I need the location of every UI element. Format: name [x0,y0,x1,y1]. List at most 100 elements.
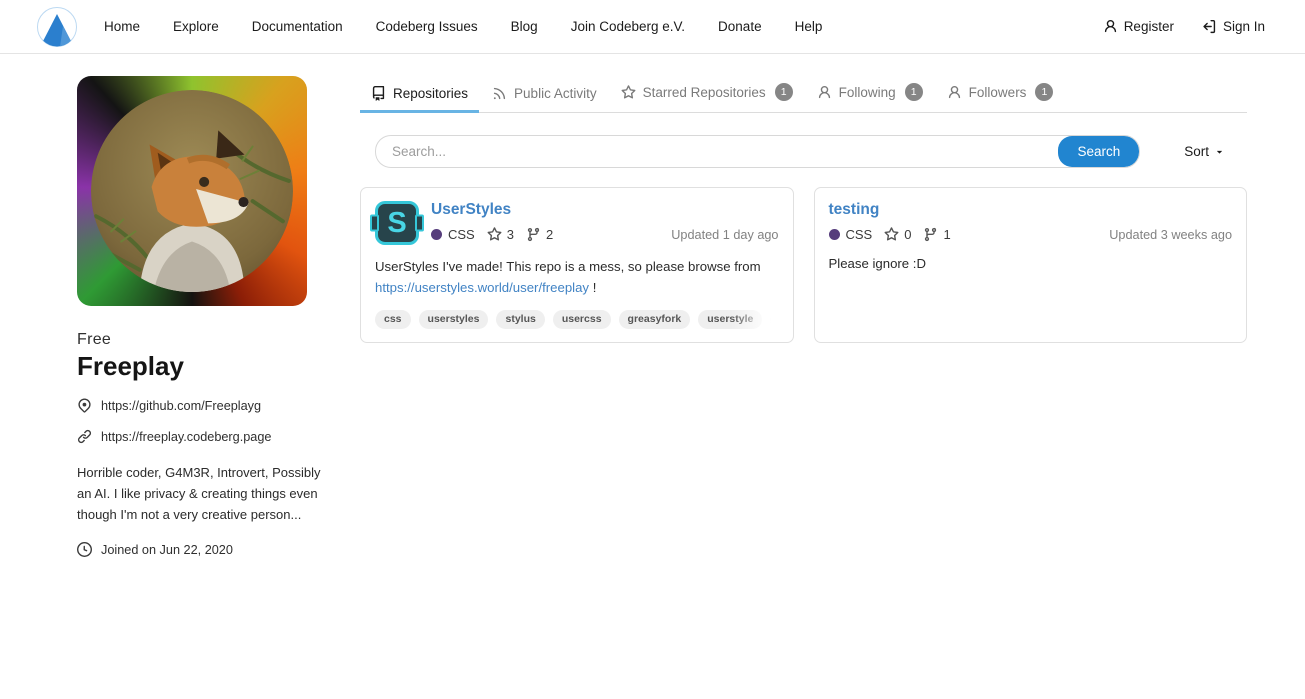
search-button[interactable]: Search [1058,136,1139,167]
repo-avatar-userstyles: S [375,201,419,245]
topic-tag[interactable]: userstyle [698,310,762,329]
repo-head: testing CSS 0 1 Updated 3 weeks ago [829,201,1233,242]
repo-fork-count: 1 [943,227,950,242]
repo-card-userstyles: S UserStyles CSS 3 2 Updated 1 day ago [360,187,794,343]
tab-repositories[interactable]: Repositories [360,79,479,113]
topic-tag[interactable]: greasyfork [619,310,691,329]
repo-description: UserStyles I've made! This repo is a mes… [375,257,779,299]
nav-item-blog[interactable]: Blog [511,19,538,34]
top-navbar: Home Explore Documentation Codeberg Issu… [0,0,1305,54]
git-branch-icon [923,227,938,242]
repo-meta-row: CSS 0 1 Updated 3 weeks ago [829,227,1233,242]
repo-body: testing CSS 0 1 Updated 3 weeks ago [829,201,1233,242]
star-icon [884,227,899,242]
profile-joined-row: Joined on Jun 22, 2020 [77,542,323,557]
location-pin-icon [77,398,92,413]
profile-joined-text: Joined on Jun 22, 2020 [101,543,233,557]
search-input[interactable] [376,136,1058,167]
sign-in-label: Sign In [1223,19,1265,34]
repo-language: CSS [846,227,873,242]
avatar-fox-image [91,90,293,292]
profile-bio: Horrible coder, G4M3R, Introvert, Possib… [77,463,323,525]
profile-location-row: https://github.com/Freeplayg [77,398,323,413]
tab-label: Following [839,85,896,100]
repo-updated: Updated 1 day ago [671,228,778,242]
page-content: Free Freeplay https://github.com/Freepla… [0,54,1305,557]
topic-tag[interactable]: stylus [496,310,544,329]
repo-star-count: 0 [904,227,911,242]
nav-item-explore[interactable]: Explore [173,19,219,34]
repo-updated: Updated 3 weeks ago [1109,228,1232,242]
person-icon [947,85,962,100]
repo-topics: css userstyles stylus usercss greasyfork… [375,310,779,329]
clock-icon [77,542,92,557]
nav-account-area: Register Sign In [1103,19,1265,34]
repo-description-text: Please ignore :D [829,256,927,271]
repo-card-testing: testing CSS 0 1 Updated 3 weeks ago Plea… [814,187,1248,343]
nav-item-help[interactable]: Help [795,19,823,34]
starred-count-badge: 1 [775,83,793,101]
person-icon [1103,19,1118,34]
profile-tabs: Repositories Public Activity Starred Rep… [360,76,1247,113]
link-icon [77,429,92,444]
profile-sidebar: Free Freeplay https://github.com/Freepla… [77,76,323,557]
star-icon [487,227,502,242]
followers-count-badge: 1 [1035,83,1053,101]
register-label: Register [1124,19,1174,34]
tab-label: Starred Repositories [643,85,766,100]
rss-icon [492,86,507,101]
sign-in-link[interactable]: Sign In [1202,19,1265,34]
tab-label: Public Activity [514,86,597,101]
nav-item-donate[interactable]: Donate [718,19,762,34]
nav-item-home[interactable]: Home [104,19,140,34]
codeberg-logo-icon[interactable] [37,7,77,47]
repo-name-link[interactable]: testing [829,201,880,219]
nav-item-documentation[interactable]: Documentation [252,19,343,34]
language-dot-icon [829,229,840,240]
profile-full-name: Free [77,331,323,349]
tab-label: Repositories [393,86,468,101]
repo-icon [371,86,386,101]
register-link[interactable]: Register [1103,19,1174,34]
repo-head: S UserStyles CSS 3 2 Updated 1 day ago [375,201,779,245]
avatar [77,76,307,306]
topic-tag[interactable]: usercss [553,310,611,329]
main-column: Repositories Public Activity Starred Rep… [360,76,1247,557]
tab-public-activity[interactable]: Public Activity [481,79,608,113]
tab-followers[interactable]: Followers 1 [936,76,1065,113]
topic-tag[interactable]: userstyles [419,310,489,329]
profile-website-link[interactable]: https://freeplay.codeberg.page [101,430,271,444]
triangle-down-icon [1214,146,1225,157]
repo-name-link[interactable]: UserStyles [431,201,511,219]
nav-links: Home Explore Documentation Codeberg Issu… [104,19,855,34]
repo-language: CSS [448,227,475,242]
tab-starred-repositories[interactable]: Starred Repositories 1 [610,76,804,113]
profile-location-text: https://github.com/Freeplayg [101,399,261,413]
git-branch-icon [526,227,541,242]
nav-item-codeberg-issues[interactable]: Codeberg Issues [376,19,478,34]
repo-meta-row: CSS 3 2 Updated 1 day ago [431,227,779,242]
repo-description: Please ignore :D [829,254,1233,275]
tab-label: Followers [969,85,1027,100]
topic-tag[interactable]: css [375,310,411,329]
topic-tag[interactable]: cascading-style-sheets [770,310,778,329]
sort-dropdown[interactable]: Sort [1184,144,1225,159]
repo-search-row: Search Sort [360,135,1247,168]
repo-body: UserStyles CSS 3 2 Updated 1 day ago [431,201,779,245]
sort-label: Sort [1184,144,1209,159]
star-icon [621,85,636,100]
repo-fork-count: 2 [546,227,553,242]
repo-avatar-letter: S [387,207,406,240]
nav-item-join-codeberg[interactable]: Join Codeberg e.V. [571,19,685,34]
tab-following[interactable]: Following 1 [806,76,934,113]
repo-description-text: UserStyles I've made! This repo is a mes… [375,259,761,274]
repo-description-suffix: ! [589,280,596,295]
search-group: Search [375,135,1140,168]
language-dot-icon [431,229,442,240]
repo-description-link[interactable]: https://userstyles.world/user/freeplay [375,280,589,295]
sign-in-icon [1202,19,1217,34]
repo-star-count: 3 [507,227,514,242]
profile-username: Freeplay [77,351,323,382]
repo-card-list: S UserStyles CSS 3 2 Updated 1 day ago [360,187,1247,343]
person-icon [817,85,832,100]
